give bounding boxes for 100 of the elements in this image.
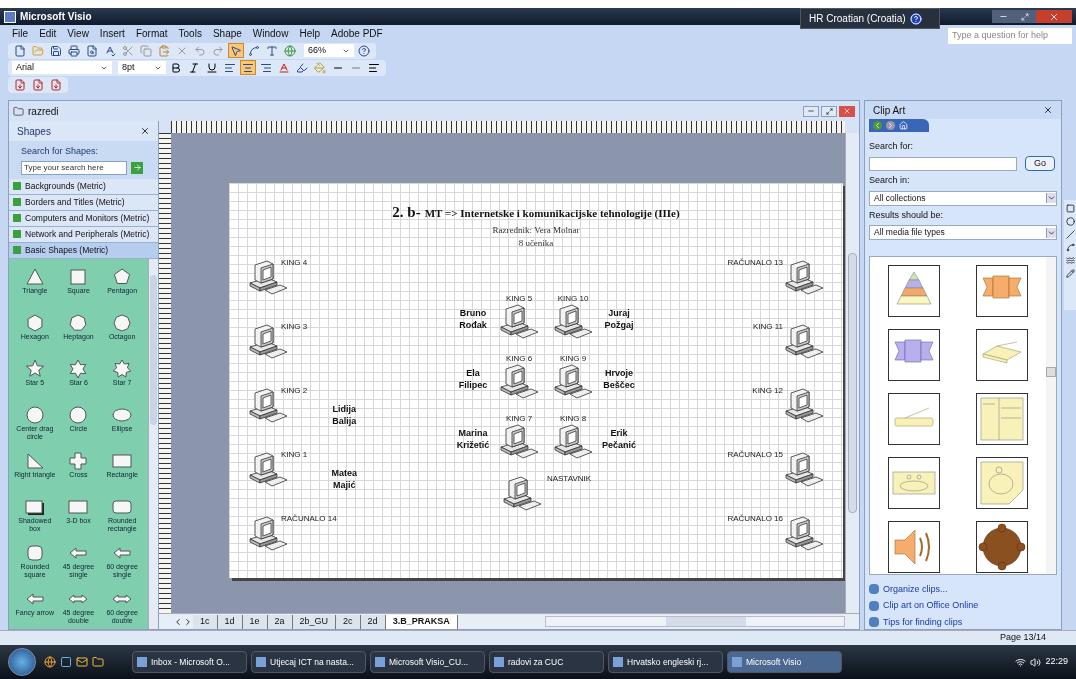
media-types-dropdown[interactable]: All media file types xyxy=(869,225,1057,241)
connector-tool-icon[interactable] xyxy=(246,43,262,58)
fill-color-icon[interactable] xyxy=(312,60,328,75)
back-icon[interactable] xyxy=(873,120,882,130)
scrollbar[interactable] xyxy=(845,133,859,613)
clip-art-link[interactable]: Clip art on Office Online xyxy=(883,599,979,613)
close-button[interactable] xyxy=(839,105,855,117)
menu-item[interactable]: Help xyxy=(299,26,320,41)
help-icon[interactable] xyxy=(356,43,372,58)
font-field[interactable]: Arial xyxy=(12,61,112,74)
clip-art-thumbnail[interactable] xyxy=(888,328,940,381)
font-size-field[interactable]: 8pt xyxy=(118,61,166,74)
browser-icon[interactable] xyxy=(44,656,56,668)
clip-art-thumbnail[interactable] xyxy=(976,328,1028,381)
sheet-tab[interactable]: 2a xyxy=(267,614,293,629)
menu-item[interactable]: View xyxy=(67,26,89,41)
pdf-icon[interactable] xyxy=(12,77,28,92)
shape-icon xyxy=(68,404,89,425)
clip-art-thumbnail[interactable] xyxy=(976,265,1028,318)
arc-tool-icon[interactable] xyxy=(1065,243,1075,252)
shape-icon xyxy=(112,358,133,379)
clip-art-thumbnail[interactable] xyxy=(888,392,940,445)
maximize-button[interactable] xyxy=(821,105,837,117)
next-sheet-icon[interactable] xyxy=(183,616,193,627)
line-tool-icon[interactable] xyxy=(1065,230,1075,239)
language-bar[interactable]: HR Croatian (Croatia) xyxy=(800,8,940,29)
help-icon[interactable] xyxy=(909,12,922,25)
computer-label: KING 8 xyxy=(559,414,587,423)
sheet-tab[interactable]: 1c xyxy=(193,614,218,629)
help-search-field[interactable]: Type a question for help xyxy=(948,28,1072,44)
shape-search-field[interactable]: Type your search here xyxy=(21,160,127,175)
close-icon[interactable] xyxy=(140,126,150,136)
search-go-button[interactable] xyxy=(131,161,143,174)
printer-icon[interactable] xyxy=(66,43,82,58)
sheet-tab[interactable]: 2c xyxy=(336,614,361,629)
pdf-icon[interactable] xyxy=(30,77,46,92)
close-icon xyxy=(843,107,851,115)
taskbar-button[interactable]: Utjecaj ICT na nasta... xyxy=(251,651,366,673)
clip-art-thumbnail[interactable] xyxy=(976,456,1028,509)
collections-dropdown[interactable]: All collections xyxy=(869,190,1057,206)
mail-icon[interactable] xyxy=(76,656,88,668)
home-icon[interactable] xyxy=(899,120,908,130)
new-file-icon[interactable] xyxy=(12,43,28,58)
network-icon[interactable] xyxy=(1015,656,1027,668)
clip-art-thumbnail[interactable] xyxy=(888,265,940,318)
sheet-tab[interactable]: 2b_GU xyxy=(292,614,337,629)
pointer-tool-icon[interactable] xyxy=(228,43,244,58)
taskbar-button[interactable]: radovi za CUC xyxy=(489,651,604,673)
menu-item[interactable]: File xyxy=(12,26,29,41)
scrollbar[interactable] xyxy=(1046,257,1056,574)
menu-item[interactable]: Tools xyxy=(178,26,202,41)
clip-art-thumbnail[interactable] xyxy=(976,520,1028,573)
previous-sheet-icon[interactable] xyxy=(173,616,183,627)
close-button[interactable] xyxy=(1036,10,1072,23)
pencil-tool-icon[interactable] xyxy=(1065,269,1075,278)
clip-art-thumbnail[interactable] xyxy=(976,392,1028,445)
rectangle-tool-icon[interactable] xyxy=(1065,204,1075,213)
save-icon[interactable] xyxy=(48,43,64,58)
go-button[interactable]: Go xyxy=(1025,156,1055,172)
menu-item[interactable]: Format xyxy=(135,26,168,41)
minimize-button[interactable] xyxy=(992,10,1014,23)
volume-icon[interactable] xyxy=(1030,656,1042,668)
clip-art-link[interactable]: Organize clips... xyxy=(883,582,948,596)
taskbar-button[interactable]: Microsoft Visio_CU... xyxy=(370,651,485,673)
maximize-icon xyxy=(1021,12,1029,21)
clock[interactable]: 22:29 xyxy=(1045,655,1068,669)
sheet-tab[interactable]: 2d xyxy=(360,614,386,629)
menu-item[interactable]: Shape xyxy=(212,26,242,41)
print-preview-icon[interactable] xyxy=(84,43,100,58)
ellipse-tool-icon[interactable] xyxy=(1065,217,1075,226)
clip-search-field[interactable] xyxy=(869,156,1017,171)
text-tool-icon[interactable] xyxy=(264,43,280,58)
computer-label: KING 6 xyxy=(505,354,533,363)
folder-icon[interactable] xyxy=(92,656,104,668)
stencil-item[interactable]: Backgrounds (Metric) xyxy=(9,178,158,195)
scrollbar[interactable] xyxy=(545,616,845,627)
menu-item[interactable]: Window xyxy=(252,26,289,41)
clip-art-thumbnail[interactable] xyxy=(888,520,940,573)
taskbar-button[interactable]: Hrvatsko engleski rj... xyxy=(608,651,723,673)
shape-icon xyxy=(112,312,133,333)
clip-art-link[interactable]: Tips for finding clips xyxy=(883,615,963,629)
sheet-tab[interactable]: 3.B_PRAKSA xyxy=(385,614,458,629)
freeform-tool-icon[interactable] xyxy=(1065,256,1075,265)
clip-art-thumbnail[interactable] xyxy=(888,456,940,509)
scrollbar[interactable] xyxy=(148,258,158,629)
menu-item[interactable]: Adobe PDF xyxy=(331,26,383,41)
desktop-icon[interactable] xyxy=(60,656,72,668)
start-button[interactable] xyxy=(8,648,36,676)
align-center-icon[interactable] xyxy=(240,60,256,75)
menu-item[interactable]: Insert xyxy=(99,26,125,41)
computer-icon xyxy=(783,386,825,425)
menu-item[interactable]: Edit xyxy=(39,26,57,41)
close-icon[interactable] xyxy=(1043,105,1053,115)
taskbar-button[interactable]: Inbox - Microsoft O... xyxy=(132,651,247,673)
zoom-field[interactable]: 66% xyxy=(304,44,354,57)
pdf-icon[interactable] xyxy=(48,77,64,92)
sheet-tab[interactable]: 1e xyxy=(242,614,268,629)
taskbar-button[interactable]: Microsoft Visio xyxy=(727,651,842,673)
sheet-tab[interactable]: 1d xyxy=(217,614,243,629)
forward-icon[interactable] xyxy=(886,120,895,130)
